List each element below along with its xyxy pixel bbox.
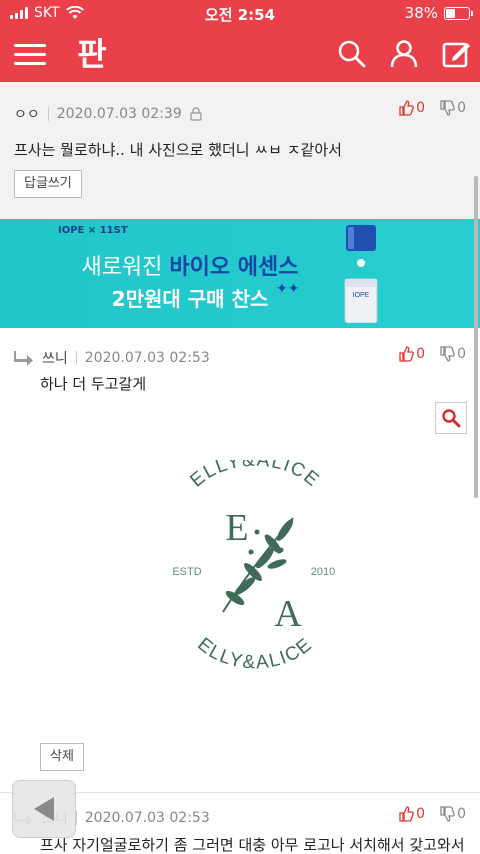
upvote-count: 0 xyxy=(416,100,426,116)
reply-button[interactable]: 답글쓰기 xyxy=(14,170,82,198)
upvote-count: 0 xyxy=(416,806,426,822)
thumbs-up-icon xyxy=(399,806,414,822)
product-bottle-image: IOPE xyxy=(344,225,378,323)
app-logo[interactable]: 판 xyxy=(72,34,112,74)
comment-text: 프사는 뭘로하냐.. 내 사진으로 했더니 ㅆㅂ ㅈ같아서 xyxy=(14,141,342,159)
logo-top-text: ELLY&ALICE xyxy=(186,460,323,492)
logo-estd-text: ESTD xyxy=(172,566,201,578)
logo-bottom-text: ELLY&ALICE xyxy=(193,634,316,674)
vote-group: 0 0 xyxy=(398,346,466,362)
battery-percent: 38% xyxy=(404,4,438,22)
comment-timestamp: 2020.07.03 02:39 xyxy=(56,106,182,122)
comment-item: ㅇㅇ 2020.07.03 02:39 0 0 프사는 뭘로하냐.. 내 사진으… xyxy=(0,82,480,219)
upvote-button[interactable]: 0 xyxy=(398,100,425,116)
meta-divider xyxy=(47,107,49,121)
attached-logo-image[interactable]: ELLY&ALICE ELLY&ALICE E A ESTD 2010 xyxy=(165,460,345,690)
downvote-count: 0 xyxy=(457,100,466,116)
battery-info: 38% xyxy=(404,4,473,22)
upvote-button[interactable]: 0 xyxy=(398,346,425,362)
battery-icon xyxy=(444,6,473,20)
vote-group: 0 0 xyxy=(398,100,466,116)
ad-headline: 새로워진 바이오 에센스 xyxy=(0,249,380,281)
ad-subline: 2만원대 구매 찬스 xyxy=(111,287,269,311)
downvote-button[interactable]: 0 xyxy=(439,346,466,362)
vote-group: 0 0 xyxy=(398,806,466,822)
ad-brand: IOPE × 11ST xyxy=(58,225,128,236)
thumbs-down-icon xyxy=(440,100,455,116)
comment-author[interactable]: 쓰니 xyxy=(42,348,68,368)
top-bar: SKT 오전 2:54 38% 판 xyxy=(0,0,480,82)
ad-headline-prefix: 새로워진 xyxy=(81,255,170,280)
lock-icon xyxy=(190,107,202,121)
comment-meta: 쓰니 2020.07.03 02:53 xyxy=(14,348,210,368)
zoom-image-button[interactable] xyxy=(435,402,467,434)
thumbs-up-icon xyxy=(399,100,414,116)
comment-timestamp: 2020.07.03 02:53 xyxy=(84,810,210,826)
back-button[interactable] xyxy=(12,780,76,838)
ad-banner[interactable]: IOPE × 11ST 새로워진 바이오 에센스 2만원대 구매 찬스 ✦✦ I… xyxy=(0,219,480,328)
user-icon[interactable] xyxy=(388,38,420,70)
status-bar: SKT 오전 2:54 38% xyxy=(0,0,480,26)
downvote-count: 0 xyxy=(457,806,466,822)
thumbs-down-icon xyxy=(440,806,455,822)
downvote-button[interactable]: 0 xyxy=(439,806,466,822)
downvote-count: 0 xyxy=(457,346,466,362)
magnifier-icon xyxy=(442,409,461,428)
sparkle-icon: ✦✦ xyxy=(276,281,300,297)
comment-text: 프사 자기얼굴로하기 좀 그러면 대충 아무 로고나 서치해서 갖고와서 xyxy=(40,836,465,854)
comment-author[interactable]: ㅇㅇ xyxy=(14,104,40,124)
ad-headline-highlight: 바이오 에센스 xyxy=(169,255,299,280)
edit-icon[interactable] xyxy=(440,38,472,70)
meta-divider xyxy=(75,351,77,365)
app-header: 판 xyxy=(0,26,480,82)
thumbs-up-icon xyxy=(399,346,414,362)
upvote-button[interactable]: 0 xyxy=(398,806,425,822)
upvote-count: 0 xyxy=(416,346,426,362)
logo-letter-a: A xyxy=(274,593,302,635)
back-arrow-icon xyxy=(34,797,54,821)
logo-letter-e: E xyxy=(225,507,248,549)
delete-button[interactable]: 삭제 xyxy=(40,743,84,771)
logo-year-text: 2010 xyxy=(311,566,335,578)
downvote-button[interactable]: 0 xyxy=(439,100,466,116)
thumbs-down-icon xyxy=(440,346,455,362)
comment-text: 하나 더 두고갈게 xyxy=(40,375,147,393)
search-icon[interactable] xyxy=(336,38,368,70)
scrollbar[interactable] xyxy=(474,176,478,498)
comment-meta: ㅇㅇ 2020.07.03 02:39 xyxy=(14,104,202,124)
product-label: IOPE xyxy=(353,292,370,299)
reply-arrow-icon xyxy=(14,351,33,366)
menu-icon[interactable] xyxy=(14,38,46,70)
comment-timestamp: 2020.07.03 02:53 xyxy=(84,350,210,366)
